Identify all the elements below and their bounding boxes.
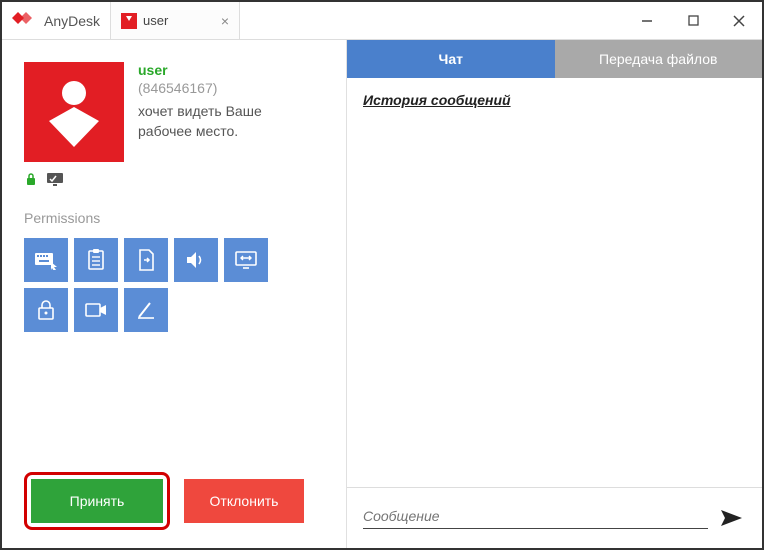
message-input[interactable] — [363, 508, 708, 529]
titlebar-left: AnyDesk user × — [2, 2, 240, 39]
send-icon — [720, 508, 744, 528]
monitor-status-icon — [46, 172, 64, 186]
maximize-button[interactable] — [670, 2, 716, 39]
monitor-sync-icon — [234, 250, 258, 270]
window-controls — [624, 2, 762, 39]
user-info: user (846546167) хочет видеть Ваше рабоч… — [138, 62, 298, 162]
permissions-grid — [24, 238, 284, 332]
keyboard-icon — [34, 250, 58, 270]
perm-draw[interactable] — [124, 288, 168, 332]
perm-audio[interactable] — [174, 238, 218, 282]
tab-close-icon[interactable]: × — [221, 13, 229, 29]
anydesk-logo-icon — [12, 9, 36, 33]
permissions-label: Permissions — [24, 210, 324, 226]
titlebar: AnyDesk user × — [2, 2, 762, 40]
send-button[interactable] — [718, 504, 746, 532]
right-pane: Чат Передача файлов История сообщений — [347, 40, 762, 548]
chat-tabs: Чат Передача файлов — [347, 40, 762, 78]
maximize-icon — [688, 15, 699, 26]
user-message: хочет видеть Ваше рабочее место. — [138, 102, 298, 141]
perm-record[interactable] — [74, 288, 118, 332]
user-avatar — [24, 62, 124, 162]
perm-clipboard[interactable] — [74, 238, 118, 282]
body: user (846546167) хочет видеть Ваше рабоч… — [2, 40, 762, 548]
perm-keyboard-mouse[interactable] — [24, 238, 68, 282]
user-name: user — [138, 62, 298, 78]
tab-user-icon — [121, 13, 137, 29]
accept-button[interactable]: Принять — [31, 479, 163, 523]
perm-control-monitor[interactable] — [224, 238, 268, 282]
record-icon — [85, 301, 107, 319]
minimize-button[interactable] — [624, 2, 670, 39]
tab-title: user — [143, 13, 168, 28]
action-row: Принять Отклонить — [24, 472, 324, 530]
tab-file-transfer-label: Передача файлов — [599, 51, 717, 67]
app-window: AnyDesk user × — [0, 0, 764, 550]
draw-icon — [136, 300, 156, 320]
status-icons — [24, 172, 324, 186]
titlebar-spacer — [240, 2, 624, 39]
clipboard-icon — [86, 249, 106, 271]
lock-icon — [37, 300, 55, 320]
audio-icon — [185, 250, 207, 270]
close-button[interactable] — [716, 2, 762, 39]
left-pane: user (846546167) хочет видеть Ваше рабоч… — [2, 40, 347, 548]
avatar-icon — [44, 77, 104, 147]
history-title: История сообщений — [363, 92, 746, 108]
perm-lock[interactable] — [24, 288, 68, 332]
decline-button-label: Отклонить — [210, 493, 279, 509]
user-row: user (846546167) хочет видеть Ваше рабоч… — [24, 62, 324, 162]
tab-chat-label: Чат — [439, 51, 463, 67]
perm-file-transfer[interactable] — [124, 238, 168, 282]
chat-history: История сообщений — [347, 78, 762, 488]
close-icon — [733, 15, 745, 27]
lock-status-icon — [24, 172, 38, 186]
app-name: AnyDesk — [44, 13, 100, 29]
message-row — [347, 488, 762, 548]
tab-chat[interactable]: Чат — [347, 40, 555, 78]
session-tab[interactable]: user × — [110, 2, 240, 39]
accept-button-label: Принять — [70, 493, 125, 509]
minimize-icon — [641, 15, 653, 27]
decline-button[interactable]: Отклонить — [184, 479, 304, 523]
accept-highlight: Принять — [24, 472, 170, 530]
file-icon — [136, 249, 156, 271]
left-spacer — [24, 332, 324, 472]
tab-file-transfer[interactable]: Передача файлов — [555, 40, 763, 78]
user-id: (846546167) — [138, 80, 298, 96]
